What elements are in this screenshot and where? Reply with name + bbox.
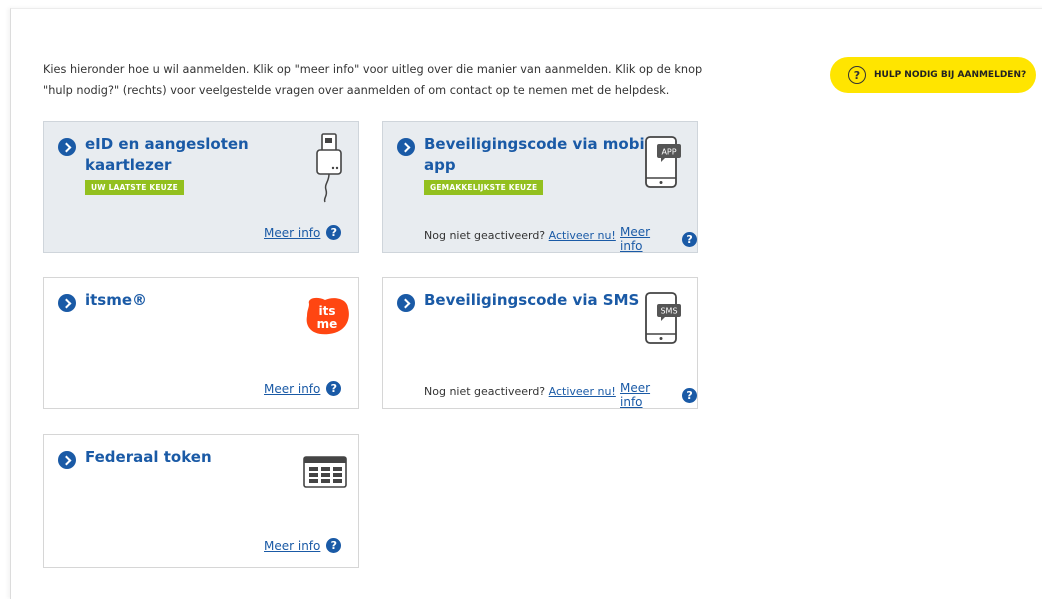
intro-text: Kies hieronder hoe u wil aanmelden. Klik… <box>43 59 723 101</box>
more-info-text[interactable]: Meer info <box>620 381 676 409</box>
chevron-right-icon <box>58 451 76 469</box>
option-title: Beveiligingscode via SMS <box>424 291 640 309</box>
chevron-right-icon <box>397 294 415 312</box>
sms-icon-label: SMS <box>660 307 677 316</box>
last-choice-badge: UW LAATSTE KEUZE <box>85 180 184 195</box>
activate-now-link[interactable]: Activeer nu! <box>549 385 616 398</box>
more-info-link[interactable]: Meer info ? <box>264 538 342 553</box>
option-title: Beveiligingscode via mobiele app <box>424 134 670 176</box>
token-card-icon <box>303 456 347 488</box>
help-button[interactable]: ? HULP NODIG BIJ AANMELDEN? <box>830 57 1036 93</box>
more-info-text[interactable]: Meer info <box>264 382 320 396</box>
more-info-text[interactable]: Meer info <box>620 225 676 253</box>
chevron-right-icon <box>397 138 415 156</box>
more-info-link[interactable]: Meer info ? <box>620 381 697 409</box>
more-info-text[interactable]: Meer info <box>264 539 320 553</box>
chevron-right-icon <box>58 294 76 312</box>
login-option-eid[interactable]: eID en aangesloten kaartlezer UW LAATSTE… <box>43 121 359 253</box>
question-icon: ? <box>682 231 697 247</box>
login-option-federal-token[interactable]: Federaal token Meer info ? <box>43 434 359 568</box>
question-icon: ? <box>326 538 342 553</box>
question-icon: ? <box>326 381 342 396</box>
itsme-logo-icon: its me <box>306 297 349 335</box>
login-option-itsme[interactable]: itsme® its me Meer info ? <box>43 277 359 409</box>
mobile-app-icon: APP <box>645 136 681 188</box>
login-option-mobile-app[interactable]: Beveiligingscode via mobiele app GEMAKKE… <box>382 121 698 253</box>
more-info-link[interactable]: Meer info ? <box>620 225 697 253</box>
app-icon-label: APP <box>661 148 676 157</box>
not-activated-label: Nog niet geactiveerd? <box>424 229 546 242</box>
question-icon: ? <box>682 387 697 403</box>
activate-now-link[interactable]: Activeer nu! <box>549 229 616 242</box>
option-title-line: app <box>424 156 456 174</box>
login-option-sms[interactable]: Beveiligingscode via SMS SMS Nog niet ge… <box>382 277 698 409</box>
option-title: Federaal token <box>85 448 212 466</box>
not-activated-label: Nog niet geactiveerd? <box>424 385 546 398</box>
option-title-line: kaartlezer <box>85 156 172 174</box>
option-title-line: Beveiligingscode via mobiele <box>424 135 671 153</box>
question-circle-icon: ? <box>848 66 866 84</box>
option-title-line: eID en aangesloten <box>85 135 249 153</box>
more-info-text[interactable]: Meer info <box>264 226 320 240</box>
itsme-logo-text: me <box>317 317 338 331</box>
intro-line-2: "hulp nodig?" (rechts) voor veelgestelde… <box>43 84 670 97</box>
not-activated-text: Nog niet geactiveerd? Activeer nu! <box>424 385 616 398</box>
question-icon: ? <box>326 225 342 240</box>
option-title: eID en aangesloten kaartlezer <box>85 134 249 176</box>
more-info-link[interactable]: Meer info ? <box>264 381 342 396</box>
itsme-logo-text: its <box>319 304 336 318</box>
chevron-right-icon <box>58 138 76 156</box>
more-info-link[interactable]: Meer info ? <box>264 225 342 240</box>
card-reader-icon <box>316 133 342 203</box>
option-title: itsme® <box>85 291 148 309</box>
easiest-choice-badge: GEMAKKELIJKSTE KEUZE <box>424 180 544 195</box>
help-button-label: HULP NODIG BIJ AANMELDEN? <box>874 70 1027 80</box>
intro-line-1: Kies hieronder hoe u wil aanmelden. Klik… <box>43 63 703 76</box>
sms-phone-icon: SMS <box>645 292 681 344</box>
not-activated-text: Nog niet geactiveerd? Activeer nu! <box>424 229 616 242</box>
